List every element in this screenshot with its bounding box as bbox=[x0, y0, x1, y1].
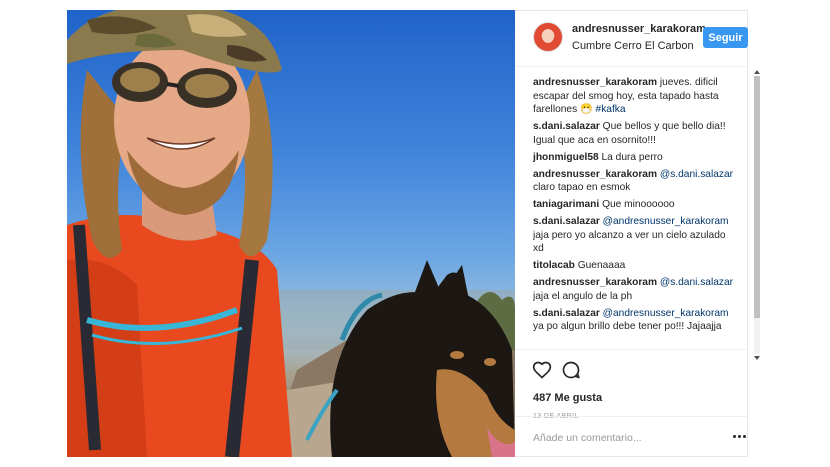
comment-item: andresnusser_karakoram @s.dani.salazar j… bbox=[533, 276, 738, 303]
follow-button[interactable]: Seguir bbox=[703, 27, 748, 48]
comment-text: jaja el angulo de la ph bbox=[533, 290, 633, 302]
mention-link[interactable]: @andresnusser_karakoram bbox=[600, 216, 729, 227]
comment-input[interactable] bbox=[533, 429, 703, 447]
post-header: andresnusser_karakoram Cumbre Cerro El C… bbox=[515, 10, 748, 67]
comment-text: Guenaaaa bbox=[574, 260, 626, 271]
hashtag-link[interactable]: #kafka bbox=[593, 104, 626, 115]
comments-scrollbar[interactable] bbox=[754, 70, 760, 360]
mention-link[interactable]: @andresnusser_karakoram bbox=[600, 308, 729, 319]
comment-username[interactable]: andresnusser_karakoram bbox=[533, 77, 657, 88]
comment-text: jaja pero yo alcanzo a ver un cielo azul… bbox=[533, 229, 726, 255]
comment-username[interactable]: s.dani.salazar bbox=[533, 216, 600, 227]
comment-text: ya po algun brillo debe tener po!!! Jaja… bbox=[533, 321, 722, 332]
comments-list: andresnusser_karakoram jueves. dificil e… bbox=[533, 76, 738, 358]
comment-item: titolacab Guenaaaa bbox=[533, 259, 738, 273]
scroll-track[interactable] bbox=[754, 76, 760, 354]
post-actions: 487 Me gusta 13 DE ABRIL bbox=[515, 349, 748, 420]
comment-item: andresnusser_karakoram jueves. dificil e… bbox=[533, 76, 738, 117]
scroll-down-arrow-icon[interactable] bbox=[754, 356, 760, 360]
post-username[interactable]: andresnusser_karakoram bbox=[572, 23, 706, 35]
comment-item: jhonmiguel58 La dura perro bbox=[533, 151, 738, 165]
comment-item: s.dani.salazar @andresnusser_karakoram y… bbox=[533, 307, 738, 334]
mask-emoji: 😷 bbox=[580, 104, 593, 115]
comment-username[interactable]: taniagarimani bbox=[533, 199, 599, 210]
comment-text: La dura perro bbox=[598, 151, 663, 163]
comment-username[interactable]: titolacab bbox=[533, 260, 575, 271]
add-comment-section bbox=[515, 416, 748, 457]
comment-item: taniagarimani Que minoooooo bbox=[533, 198, 738, 212]
comment-text: Que minoooooo bbox=[599, 199, 675, 210]
comment-item: andresnusser_karakoram @s.dani.salazar c… bbox=[533, 168, 738, 195]
comment-username[interactable]: s.dani.salazar bbox=[533, 121, 600, 132]
likes-count[interactable]: 487 Me gusta bbox=[533, 392, 602, 404]
post-location[interactable]: Cumbre Cerro El Carbon bbox=[572, 40, 694, 52]
heart-icon[interactable] bbox=[532, 360, 552, 380]
more-options-icon[interactable] bbox=[733, 435, 747, 439]
post-side-panel: andresnusser_karakoram Cumbre Cerro El C… bbox=[515, 10, 760, 457]
comment-username[interactable]: andresnusser_karakoram bbox=[533, 277, 657, 288]
photo-illustration bbox=[67, 10, 515, 457]
comment-icon[interactable] bbox=[561, 360, 581, 380]
mention-link[interactable]: @s.dani.salazar bbox=[657, 169, 733, 180]
scroll-thumb[interactable] bbox=[754, 76, 760, 318]
comment-text: claro tapao en esmok bbox=[533, 182, 631, 193]
comment-username[interactable]: jhonmiguel58 bbox=[533, 152, 599, 163]
scroll-up-arrow-icon[interactable] bbox=[754, 70, 760, 74]
comment-username[interactable]: andresnusser_karakoram bbox=[533, 169, 657, 180]
avatar[interactable] bbox=[533, 22, 563, 52]
comment-item: s.dani.salazar @andresnusser_karakoram j… bbox=[533, 215, 738, 256]
post-photo[interactable] bbox=[67, 10, 515, 457]
mention-link[interactable]: @s.dani.salazar bbox=[657, 277, 733, 288]
comment-username[interactable]: s.dani.salazar bbox=[533, 308, 600, 319]
comment-item: s.dani.salazar Que bellos y que bello di… bbox=[533, 120, 738, 147]
